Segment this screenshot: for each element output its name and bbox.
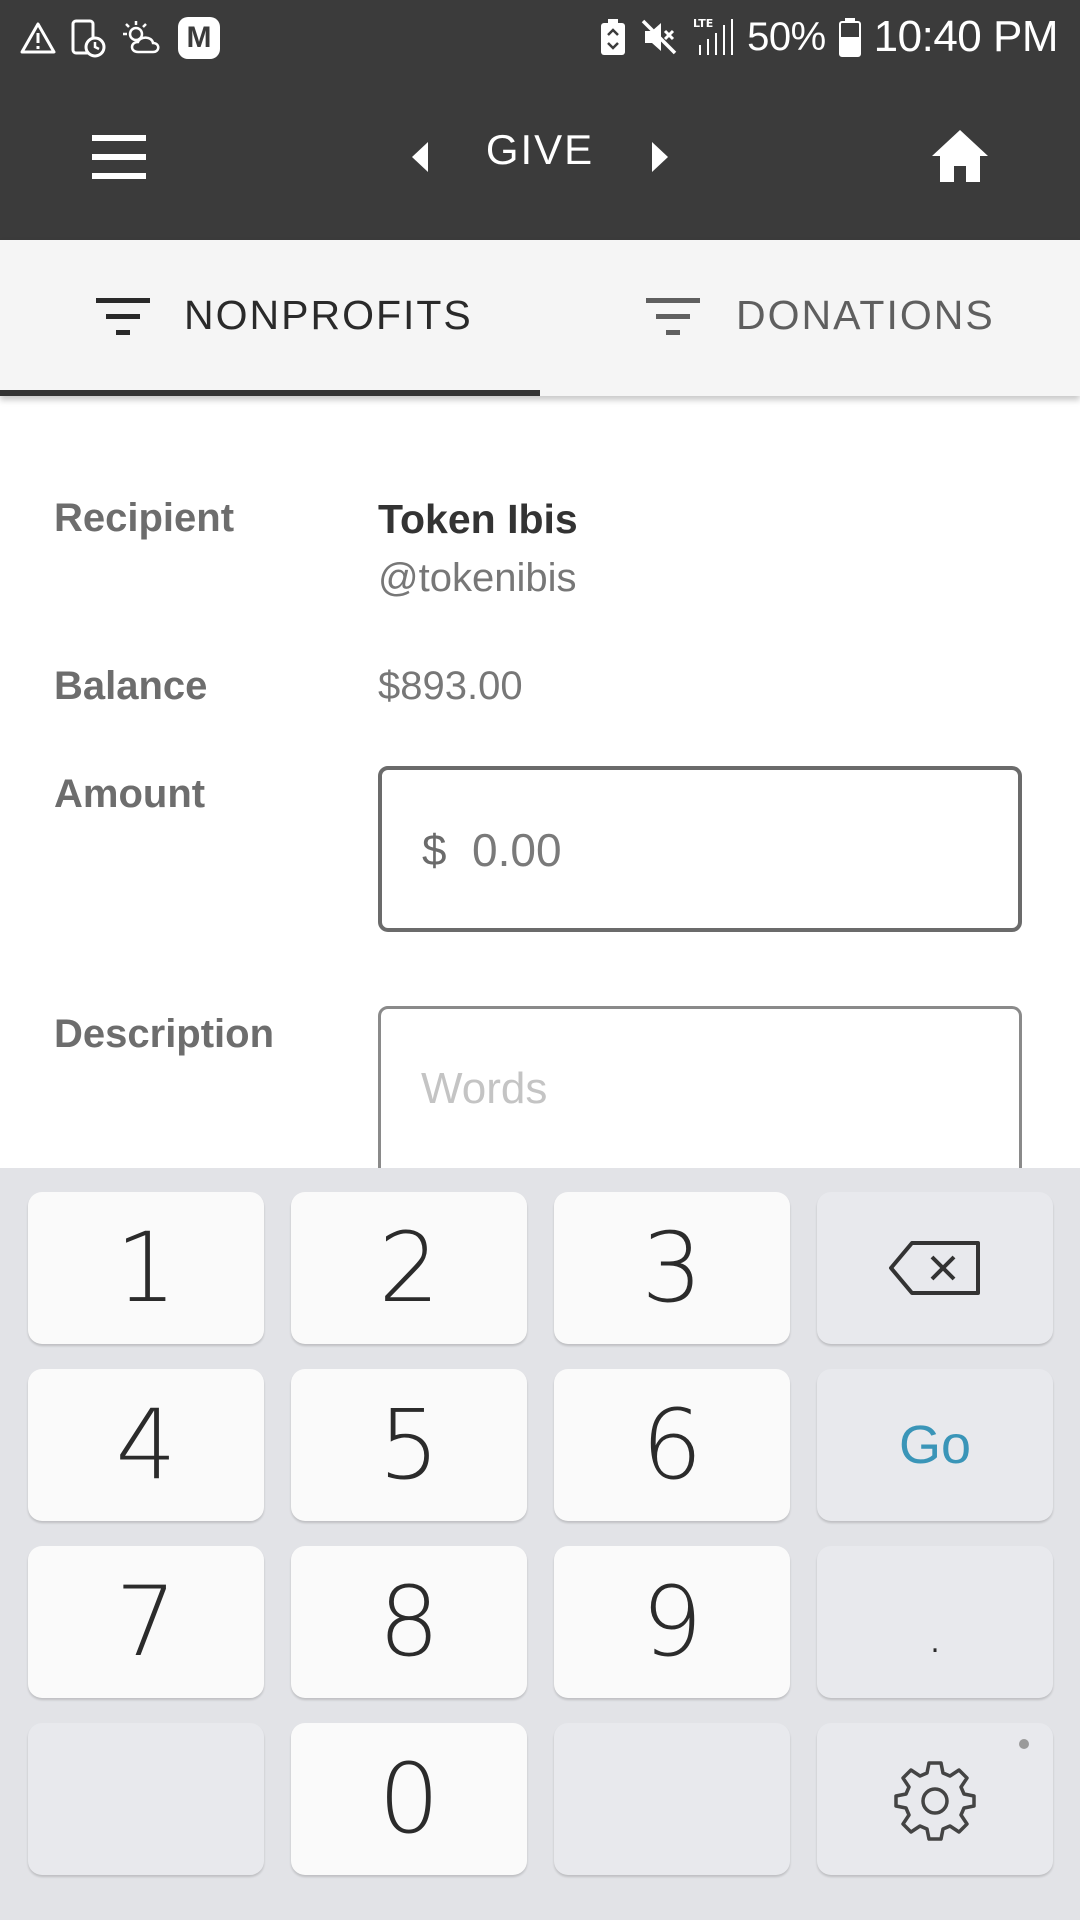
tab-donations[interactable]: DONATIONS: [540, 240, 1080, 396]
chevron-left-icon[interactable]: [400, 134, 440, 180]
mute-icon: [641, 19, 677, 55]
blank-key-left: [28, 1723, 264, 1875]
recipient-name: Token Ibis: [378, 496, 578, 542]
home-icon[interactable]: [928, 126, 992, 186]
decimal-key[interactable]: .: [817, 1546, 1053, 1698]
go-key[interactable]: Go: [817, 1369, 1053, 1521]
balance-value: $893.00: [378, 664, 523, 708]
amount-field[interactable]: $: [378, 766, 1022, 932]
status-bar: M LTE 50% 10:40 PM: [0, 0, 1080, 74]
key-0[interactable]: 0: [291, 1723, 527, 1875]
clock: 10:40 PM: [873, 12, 1059, 61]
description-label: Description: [54, 1012, 275, 1056]
indicator-dot: [1019, 1739, 1029, 1749]
battery-saver-icon: [601, 19, 626, 55]
description-input[interactable]: [419, 1053, 983, 1125]
filter-icon: [646, 298, 700, 335]
battery-percent: 50%: [747, 14, 826, 59]
key-3[interactable]: 3: [554, 1192, 790, 1344]
filter-icon: [96, 298, 150, 335]
status-bar-left: M: [20, 16, 220, 60]
hamburger-menu-icon[interactable]: [86, 129, 156, 185]
amount-label: Amount: [54, 772, 206, 816]
battery-icon: [838, 18, 861, 57]
screen-timer-icon: [71, 19, 106, 58]
settings-key[interactable]: [817, 1723, 1053, 1875]
currency-symbol: $: [422, 826, 447, 875]
balance-label: Balance: [54, 664, 208, 708]
key-4[interactable]: 4: [28, 1369, 264, 1521]
tab-nonprofits-label: NONPROFITS: [184, 292, 473, 338]
tab-donations-label: DONATIONS: [736, 292, 995, 338]
app-bar: GIVE: [0, 74, 1080, 240]
key-6[interactable]: 6: [554, 1369, 790, 1521]
blank-key-right: [554, 1723, 790, 1875]
chevron-right-icon[interactable]: [640, 134, 680, 180]
numeric-keyboard: 1 2 3 4 5 6 Go 7 8 9 . 0: [0, 1168, 1080, 1920]
amount-input[interactable]: [470, 814, 994, 886]
tab-nonprofits[interactable]: NONPROFITS: [0, 240, 540, 396]
warning-icon: [20, 22, 56, 54]
recipient-label: Recipient: [54, 496, 235, 540]
lte-signal-icon: LTE: [693, 17, 734, 55]
gear-icon: [894, 1761, 976, 1841]
key-9[interactable]: 9: [554, 1546, 790, 1698]
weather-icon: [123, 21, 160, 54]
key-2[interactable]: 2: [291, 1192, 527, 1344]
backspace-key[interactable]: [817, 1192, 1053, 1344]
svg-text:LTE: LTE: [693, 17, 713, 30]
backspace-icon: [889, 1241, 980, 1295]
recipient-handle: @tokenibis: [378, 556, 577, 600]
page-title: GIVE: [485, 126, 595, 173]
key-8[interactable]: 8: [291, 1546, 527, 1698]
description-field[interactable]: [378, 1006, 1022, 1186]
tab-bar: NONPROFITS DONATIONS: [0, 240, 1080, 396]
key-5[interactable]: 5: [291, 1369, 527, 1521]
key-1[interactable]: 1: [28, 1192, 264, 1344]
status-bar-right: LTE 50% 10:40 PM: [599, 10, 1059, 64]
m-app-icon: M: [178, 17, 220, 59]
tab-indicator: [0, 390, 540, 396]
key-7[interactable]: 7: [28, 1546, 264, 1698]
